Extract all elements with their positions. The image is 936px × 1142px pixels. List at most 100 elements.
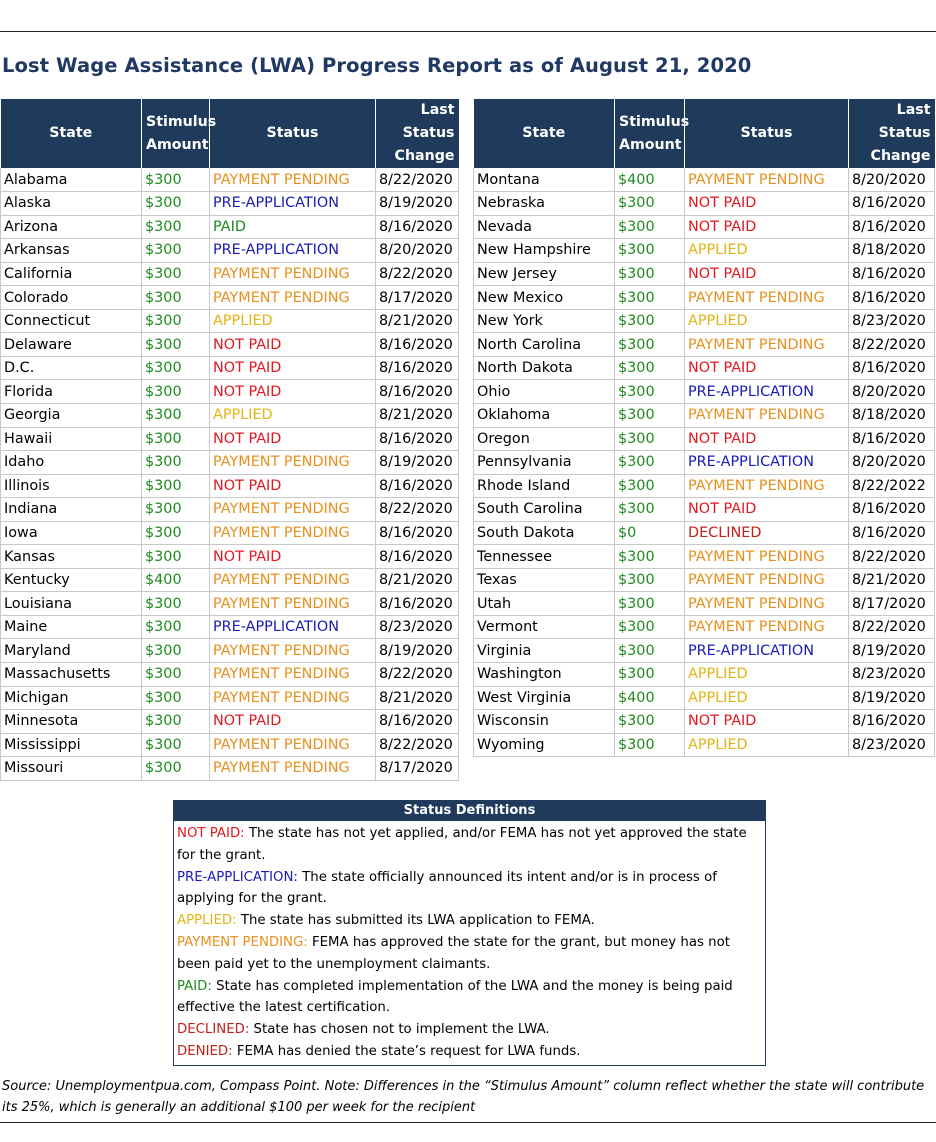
amount-cell: $300 [614, 709, 685, 734]
definition-item: DECLINED: State has chosen not to implem… [177, 1019, 763, 1041]
date-cell: 8/18/2020 [848, 403, 935, 428]
status-cell: PAYMENT PENDING [209, 662, 376, 687]
table-row: Ohio $300 PRE-APPLICATION 8/20/2020 [473, 379, 935, 404]
table-row: New Jersey $300 NOT PAID 8/16/2020 [473, 262, 935, 287]
status-cell: NOT PAID [209, 544, 376, 569]
table-row: Arizona $300 PAID 8/16/2020 [0, 215, 459, 240]
amount-cell: $300 [141, 215, 210, 240]
table-row: Connecticut $300 APPLIED 8/21/2020 [0, 309, 459, 334]
table-row: Idaho $300 PAYMENT PENDING 8/19/2020 [0, 450, 459, 475]
status-cell: PRE-APPLICATION [684, 379, 849, 404]
amount-cell: $300 [614, 568, 685, 593]
date-cell: 8/22/2020 [375, 497, 459, 522]
date-cell: 8/23/2020 [848, 662, 935, 687]
amount-cell: $300 [141, 332, 210, 357]
amount-cell: $300 [141, 615, 210, 640]
state-cell: Oklahoma [473, 403, 615, 428]
table-row: New Mexico $300 PAYMENT PENDING 8/16/2020 [473, 285, 935, 310]
column-header-status: Status [684, 99, 849, 168]
status-cell: PAYMENT PENDING [684, 474, 849, 499]
lwa-table-right: State Stimulus Amount Status Last Status… [473, 99, 935, 758]
status-cell: NOT PAID [684, 709, 849, 734]
definition-item: PRE-APPLICATION: The state officially an… [177, 867, 763, 911]
table-body-left: Alabama $300 PAYMENT PENDING 8/22/2020 Alask… [0, 168, 459, 781]
state-cell: Minnesota [0, 709, 142, 734]
status-cell: NOT PAID [209, 427, 376, 452]
report-title: Lost Wage Assistance (LWA) Progress Repo… [2, 54, 752, 77]
table-row: Vermont $300 PAYMENT PENDING 8/22/2020 [473, 615, 935, 640]
state-cell: Pennsylvania [473, 450, 615, 475]
table-header-row: State Stimulus Amount Status Last Status… [0, 99, 459, 168]
date-cell: 8/16/2020 [848, 521, 935, 546]
state-cell: Maryland [0, 638, 142, 663]
date-cell: 8/19/2020 [848, 638, 935, 663]
definition-term: DENIED: [177, 1043, 233, 1059]
state-cell: California [0, 262, 142, 287]
table-row: Louisiana $300 PAYMENT PENDING 8/16/2020 [0, 591, 459, 616]
amount-cell: $300 [614, 332, 685, 357]
definition-item: NOT PAID: The state has not yet applied,… [177, 823, 763, 867]
status-cell: PAYMENT PENDING [209, 285, 376, 310]
amount-cell: $300 [141, 238, 210, 263]
amount-cell: $300 [141, 591, 210, 616]
table-row: Rhode Island $300 PAYMENT PENDING 8/22/2022 [473, 474, 935, 499]
date-cell: 8/16/2020 [848, 427, 935, 452]
amount-cell: $300 [141, 262, 210, 287]
amount-cell: $300 [141, 662, 210, 687]
amount-cell: $300 [141, 450, 210, 475]
date-cell: 8/21/2020 [375, 568, 459, 593]
amount-cell: $300 [614, 497, 685, 522]
date-cell: 8/17/2020 [375, 756, 459, 781]
state-cell: Alaska [0, 191, 142, 216]
status-cell: PAYMENT PENDING [209, 521, 376, 546]
amount-cell: $300 [614, 591, 685, 616]
status-cell: NOT PAID [209, 379, 376, 404]
status-cell: PAYMENT PENDING [209, 168, 376, 193]
amount-cell: $300 [141, 733, 210, 758]
state-cell: Texas [473, 568, 615, 593]
status-cell: PRE-APPLICATION [684, 450, 849, 475]
date-cell: 8/19/2020 [375, 638, 459, 663]
table-row: South Dakota $0 DECLINED 8/16/2020 [473, 521, 935, 546]
amount-cell: $300 [141, 309, 210, 334]
column-header-amount: Stimulus Amount [614, 99, 689, 168]
date-cell: 8/21/2020 [848, 568, 935, 593]
definition-text: The state has submitted its LWA applicat… [236, 913, 595, 929]
definition-term: PAYMENT PENDING: [177, 934, 308, 950]
amount-cell: $300 [141, 497, 210, 522]
state-cell: Washington [473, 662, 615, 687]
status-cell: PAYMENT PENDING [209, 591, 376, 616]
definition-item: APPLIED: The state has submitted its LWA… [177, 910, 763, 932]
amount-cell: $400 [614, 168, 685, 193]
state-cell: Florida [0, 379, 142, 404]
state-cell: Arkansas [0, 238, 142, 263]
amount-cell: $300 [614, 238, 685, 263]
status-cell: PAYMENT PENDING [209, 568, 376, 593]
table-row: Hawaii $300 NOT PAID 8/16/2020 [0, 427, 459, 452]
amount-cell: $300 [614, 733, 685, 758]
date-cell: 8/23/2020 [375, 615, 459, 640]
date-cell: 8/16/2020 [848, 285, 935, 310]
amount-cell: $300 [141, 403, 210, 428]
table-row: Virginia $300 PRE-APPLICATION 8/19/2020 [473, 638, 935, 663]
status-cell: PRE-APPLICATION [684, 638, 849, 663]
date-cell: 8/16/2020 [375, 591, 459, 616]
state-cell: Massachusetts [0, 662, 142, 687]
table-row: Wisconsin $300 NOT PAID 8/16/2020 [473, 709, 935, 734]
bottom-rule [0, 1122, 936, 1123]
date-cell: 8/22/2020 [848, 615, 935, 640]
status-cell: PAYMENT PENDING [684, 285, 849, 310]
date-cell: 8/22/2020 [375, 662, 459, 687]
definition-text: State has completed implementation of th… [177, 978, 733, 1016]
amount-cell: $300 [141, 168, 210, 193]
date-cell: 8/21/2020 [375, 686, 459, 711]
definition-term: DECLINED: [177, 1022, 250, 1038]
source-note: Source: Unemploymentpua.com, Compass Poi… [2, 1079, 925, 1115]
date-cell: 8/17/2020 [375, 285, 459, 310]
table-row: Illinois $300 NOT PAID 8/16/2020 [0, 474, 459, 499]
table-row: Texas $300 PAYMENT PENDING 8/21/2020 [473, 568, 935, 593]
table-row: Wyoming $300 APPLIED 8/23/2020 [473, 733, 935, 758]
table-row: Tennessee $300 PAYMENT PENDING 8/22/2020 [473, 544, 935, 569]
column-header-state: State [473, 99, 615, 168]
status-cell: APPLIED [684, 662, 849, 687]
